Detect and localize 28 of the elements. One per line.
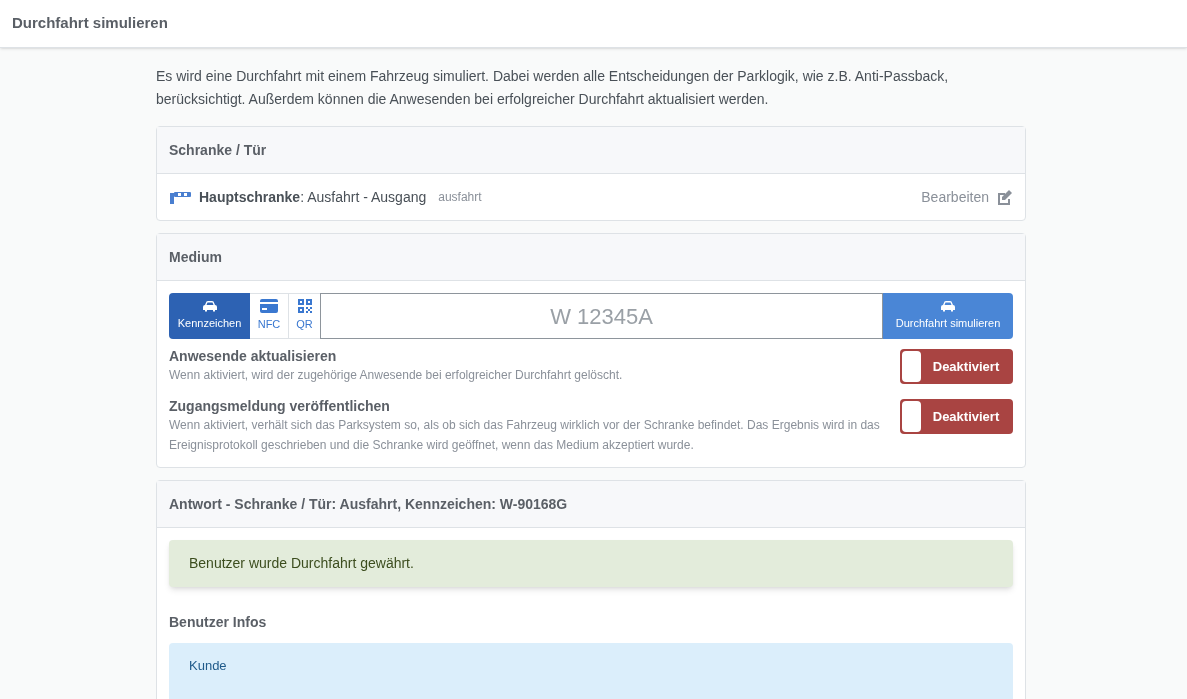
- car-icon: [940, 300, 956, 313]
- option-title: Zugangsmeldung veröffentlichen: [169, 397, 391, 415]
- option-description: Wenn aktiviert, verhält sich das Parksystem so, als ob sich das Fahrzeug wirklich vor der Schranke befindet. Das Ergebnis wird in das Ereignisprotokoll geschrieben und die Schranke wird geöffnet, wenn das Medium akzeptiert wurde.: [169, 417, 881, 454]
- intro-text: Es wird eine Durchfahrt mit einem Fahrzeug simuliert. Dabei werden alle Entscheidungen der Parklogik, wie z.B. Anti-Passback, berücksichtigt. Außerdem können die Anwesenden bei erfolgreicher Durchfahrt aktualisiert werden.: [156, 67, 950, 109]
- option-title: Anwesende aktualisieren: [169, 347, 338, 365]
- qr-code-icon: [297, 299, 312, 314]
- toggle-switch[interactable]: Deaktiviert: [900, 399, 1013, 434]
- card-title: Antwort - Schranke / Tür: Ausfahrt, Kennzeichen: W-90168G: [169, 494, 568, 514]
- media-type-tab[interactable]: Kennzeichen: [169, 293, 250, 339]
- success-alert: Benutzer wurde Durchfahrt gewährt.: [169, 540, 1013, 587]
- edit-icon: [997, 189, 1013, 205]
- toggle-switch[interactable]: Deaktiviert: [900, 349, 1013, 384]
- car-icon: [201, 300, 218, 313]
- edit-link[interactable]: Bearbeiten: [921, 186, 1013, 208]
- barrier-tag: ausfahrt: [438, 188, 482, 206]
- simulate-button[interactable]: Durchfahrt simulieren: [883, 293, 1013, 339]
- option-description: Wenn aktiviert, wird der zugehörige Anwesende bei erfolgreicher Durchfahrt gelöscht.: [169, 367, 624, 384]
- card-title: Medium: [169, 247, 222, 267]
- media-type-tab[interactable]: QR: [289, 293, 320, 339]
- page-title: Durchfahrt simulieren: [12, 13, 168, 34]
- media-type-tab[interactable]: NFC: [250, 293, 289, 339]
- card-title: Schranke / Tür: [169, 140, 267, 160]
- section-title: Benutzer Infos: [169, 613, 268, 632]
- barrier-icon: [169, 190, 191, 204]
- plate-input-field[interactable]: W 12345A: [320, 293, 883, 339]
- info-panel: Kunde: [169, 643, 1013, 699]
- barrier-name: Hauptschranke: Ausfahrt - Ausgang: [199, 187, 427, 207]
- card-icon: [260, 299, 278, 314]
